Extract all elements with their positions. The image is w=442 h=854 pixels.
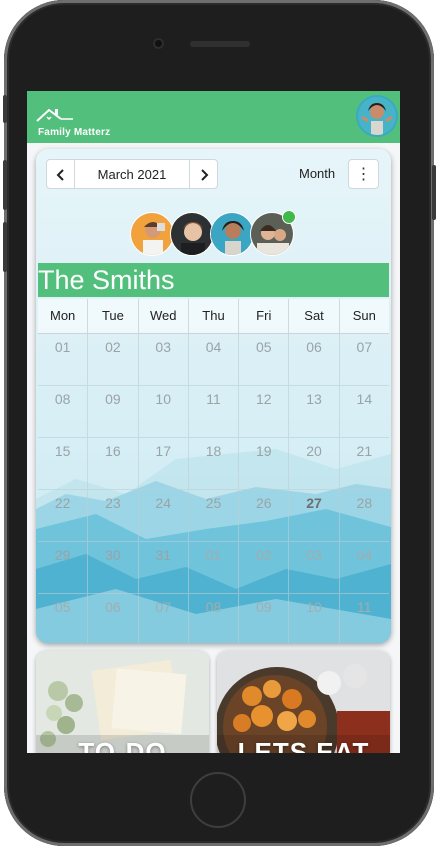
day-cell-next-month[interactable]: 06 [88, 594, 139, 643]
family-banner: The Smiths [38, 263, 389, 297]
day-cell[interactable]: 07 [340, 334, 389, 385]
day-cell[interactable]: 24 [139, 490, 189, 541]
week-row: 05 06 07 08 09 10 11 [38, 594, 389, 643]
calendar-grid: Mon Tue Wed Thu Fri Sat Sun 01 02 03 04 … [38, 299, 389, 643]
day-cell-next-month[interactable]: 11 [340, 594, 389, 643]
chevron-right-icon [201, 169, 209, 181]
day-cell[interactable]: 01 [38, 334, 89, 385]
front-camera [153, 38, 164, 49]
day-cell[interactable]: 11 [189, 386, 240, 437]
lets-eat-title: LETS EAT [237, 737, 370, 753]
day-cell[interactable]: 12 [239, 386, 290, 437]
day-cell[interactable]: 22 [38, 490, 89, 541]
member-avatar[interactable] [170, 212, 214, 256]
day-cell[interactable]: 16 [88, 438, 139, 489]
mute-switch [3, 95, 7, 123]
online-status-indicator [282, 210, 296, 224]
weekday-header: Wed [139, 299, 189, 333]
day-cell[interactable]: 06 [289, 334, 340, 385]
day-cell[interactable]: 29 [38, 542, 89, 593]
day-cell[interactable]: 23 [88, 490, 139, 541]
volume-up-button [3, 160, 7, 210]
day-cell[interactable]: 30 [88, 542, 139, 593]
day-cell[interactable]: 18 [189, 438, 240, 489]
week-row: 01 02 03 04 05 06 07 [38, 334, 389, 386]
day-cell[interactable]: 05 [239, 334, 290, 385]
day-cell-next-month[interactable]: 09 [239, 594, 290, 643]
week-row: 22 23 24 25 26 27 28 [38, 490, 389, 542]
calendar-card: March 2021 Month ⋮ The Smiths Mon Tue We… [36, 149, 391, 643]
view-mode-selector[interactable]: Month [299, 166, 335, 181]
power-button [432, 165, 436, 220]
day-cell-next-month[interactable]: 01 [189, 542, 240, 593]
volume-down-button [3, 222, 7, 272]
member-avatar[interactable] [130, 212, 174, 256]
weekday-header: Tue [88, 299, 139, 333]
day-cell[interactable]: 31 [139, 542, 189, 593]
day-cell[interactable]: 02 [88, 334, 139, 385]
weekday-header: Mon [38, 299, 89, 333]
lets-eat-tile[interactable]: LETS EAT [217, 651, 390, 753]
day-cell[interactable]: 09 [88, 386, 139, 437]
user-avatar[interactable] [358, 97, 396, 135]
day-cell[interactable]: 17 [139, 438, 189, 489]
current-month-label[interactable]: March 2021 [74, 159, 190, 189]
day-cell[interactable]: 03 [139, 334, 189, 385]
weekday-header: Sun [352, 308, 376, 323]
more-options-button[interactable]: ⋮ [348, 159, 379, 189]
weekday-header: Thu [189, 299, 240, 333]
weekday-header-row: Mon Tue Wed Thu Fri Sat Sun [38, 299, 389, 334]
chevron-left-icon [56, 169, 64, 181]
day-cell-today[interactable]: 27 [289, 490, 340, 541]
app-screen: Family Matterz March 2021 Month ⋮ The Sm… [27, 91, 400, 753]
todo-tile[interactable]: TO-DO [36, 651, 209, 753]
day-cell[interactable]: 28 [340, 490, 389, 541]
day-cell[interactable]: 21 [340, 438, 389, 489]
home-button[interactable] [190, 772, 246, 828]
day-cell[interactable]: 04 [189, 334, 240, 385]
day-cell-next-month[interactable]: 10 [289, 594, 340, 643]
day-cell-next-month[interactable]: 03 [289, 542, 340, 593]
family-name: The Smiths [38, 265, 175, 295]
day-cell-next-month[interactable]: 08 [189, 594, 240, 643]
day-cell-next-month[interactable]: 02 [239, 542, 290, 593]
day-cell-next-month[interactable]: 07 [139, 594, 189, 643]
day-cell[interactable]: 15 [38, 438, 89, 489]
day-cell-next-month[interactable]: 04 [340, 542, 389, 593]
app-name: Family Matterz [38, 127, 111, 138]
weekday-header: Fri [239, 299, 290, 333]
day-cell[interactable]: 26 [239, 490, 290, 541]
weekday-header: Sat [289, 299, 340, 333]
day-cell[interactable]: 08 [38, 386, 89, 437]
app-header: Family Matterz [27, 91, 400, 143]
day-cell[interactable]: 10 [139, 386, 189, 437]
day-cell[interactable]: 14 [340, 386, 389, 437]
day-cell[interactable]: 20 [289, 438, 340, 489]
week-row: 08 09 10 11 12 13 14 [38, 386, 389, 438]
earpiece-speaker [190, 41, 250, 47]
day-cell[interactable]: 25 [189, 490, 240, 541]
day-cell[interactable]: 19 [239, 438, 290, 489]
week-row: 15 16 17 18 19 20 21 [38, 438, 389, 490]
app-logo[interactable]: Family Matterz [35, 107, 135, 141]
house-icon [36, 108, 73, 122]
member-avatar[interactable] [210, 212, 254, 256]
prev-month-button[interactable] [46, 159, 75, 189]
day-cell-next-month[interactable]: 05 [38, 594, 89, 643]
day-cell[interactable]: 13 [289, 386, 340, 437]
week-row: 29 30 31 01 02 03 04 [38, 542, 389, 594]
more-vertical-icon: ⋮ [355, 166, 372, 183]
todo-title: TO-DO [78, 737, 167, 753]
next-month-button[interactable] [189, 159, 218, 189]
